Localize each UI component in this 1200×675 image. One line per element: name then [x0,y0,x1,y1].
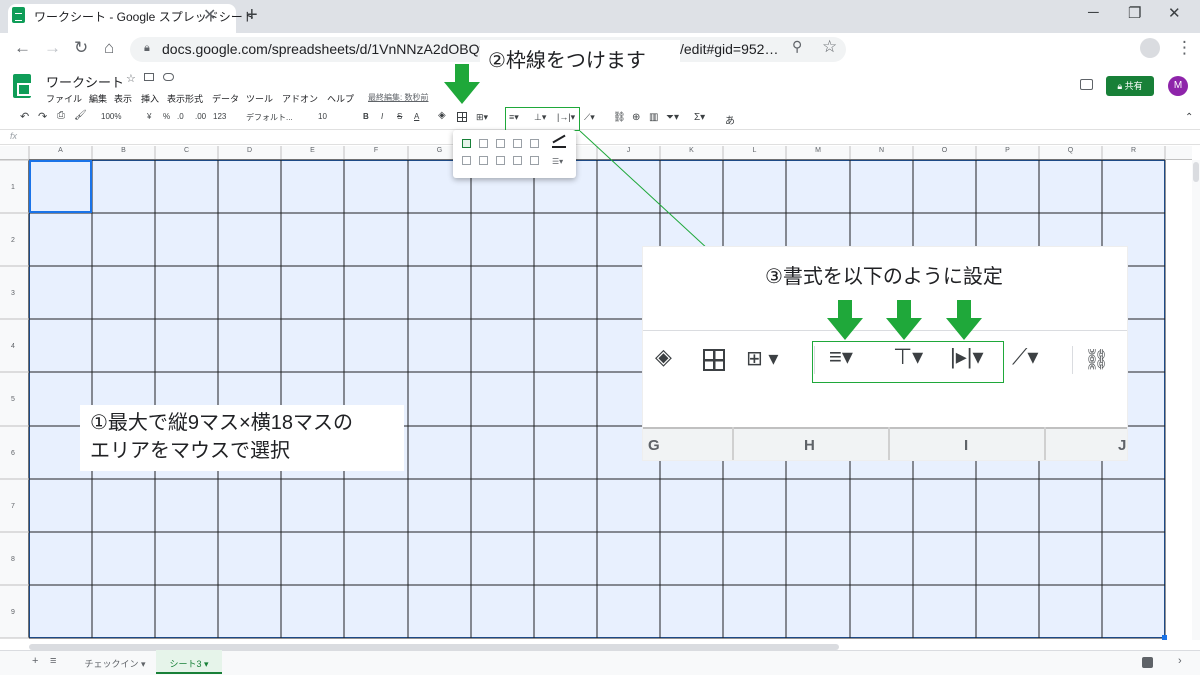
zoom-vertical-align-top-icon: ⊤▾ [893,344,924,369]
zoom-column-label: I [964,437,969,454]
zoom-merge-icon: ⊞ ▾ [746,348,779,370]
zoom-column-label: J [1118,437,1127,454]
zoom-borders-icon [703,349,725,371]
zoom-divider [1072,346,1073,374]
zoom-text-wrap-icon: |▸|▾ [950,344,984,369]
zoom-text-rotate-icon: ⟋▾ [1012,344,1039,369]
zoom-link-icon: ⛓︎ [1084,349,1110,371]
zoom-column-divider [1044,427,1046,460]
zoom-column-label: G [648,437,660,454]
zoom-column-divider [888,427,890,460]
arrow-down-icon [827,300,863,340]
zoom-fill-color-icon: ◈ [655,344,672,369]
annotation-step3: ③書式を以下のように設定 [765,266,1003,288]
arrow-down-icon [946,300,982,340]
zoom-column-divider [732,427,734,460]
zoom-horizontal-align-icon: ≡▾ [829,344,853,369]
zoom-column-label: H [804,437,815,454]
zoomed-column-headers [643,427,1127,460]
arrow-down-icon [886,300,922,340]
zoom-divider [814,346,815,374]
